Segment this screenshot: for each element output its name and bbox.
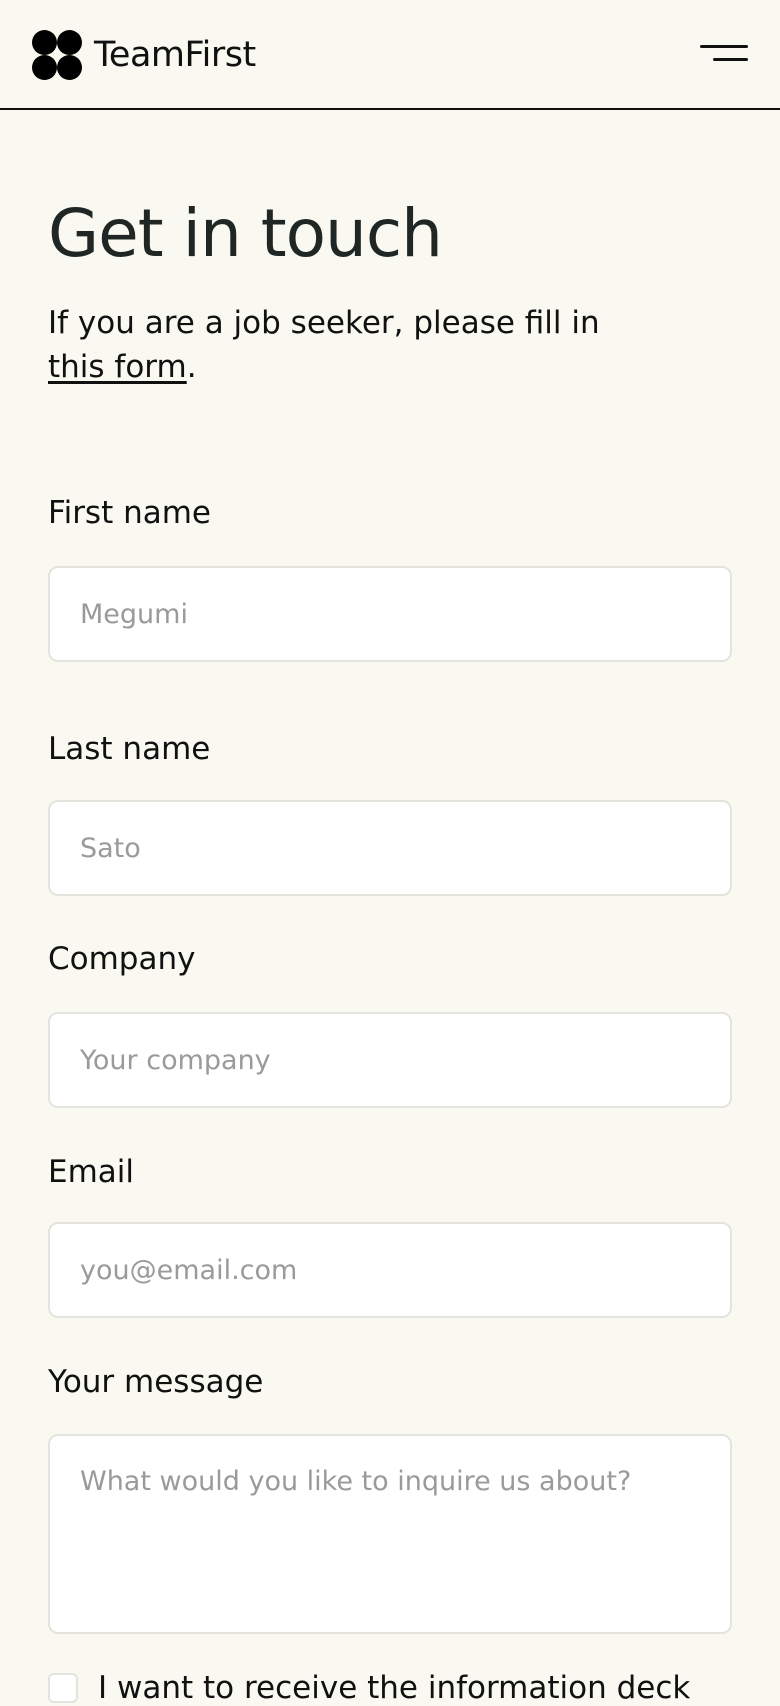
message-label: Your message <box>48 1364 264 1400</box>
intro-period: . <box>186 348 197 385</box>
intro-sentence: If you are a job seeker, please fill in <box>48 304 600 341</box>
message-textarea[interactable] <box>48 1434 732 1634</box>
info-deck-checkbox-label: I want to receive the information deck <box>98 1670 691 1706</box>
page-title: Get in touch <box>48 195 443 272</box>
logo-icon <box>32 30 82 80</box>
job-seeker-form-link[interactable]: this form <box>48 349 187 385</box>
last-name-input[interactable] <box>48 800 732 896</box>
email-label: Email <box>48 1154 135 1190</box>
first-name-label: First name <box>48 495 212 531</box>
first-name-input[interactable] <box>48 566 732 662</box>
company-input[interactable] <box>48 1012 732 1108</box>
brand-name: TeamFirst <box>94 34 256 75</box>
intro-text: If you are a job seeker, please fill in … <box>48 301 608 389</box>
site-header: TeamFirst <box>0 0 780 110</box>
last-name-label: Last name <box>48 731 211 767</box>
brand-logo[interactable]: TeamFirst <box>32 30 256 80</box>
info-deck-checkbox[interactable] <box>48 1673 78 1703</box>
company-label: Company <box>48 941 196 977</box>
info-deck-checkbox-row[interactable]: I want to receive the information deck <box>48 1670 690 1706</box>
contact-form-section: Get in touch If you are a job seeker, pl… <box>48 110 732 389</box>
hamburger-icon[interactable] <box>700 40 750 70</box>
email-input[interactable] <box>48 1222 732 1318</box>
